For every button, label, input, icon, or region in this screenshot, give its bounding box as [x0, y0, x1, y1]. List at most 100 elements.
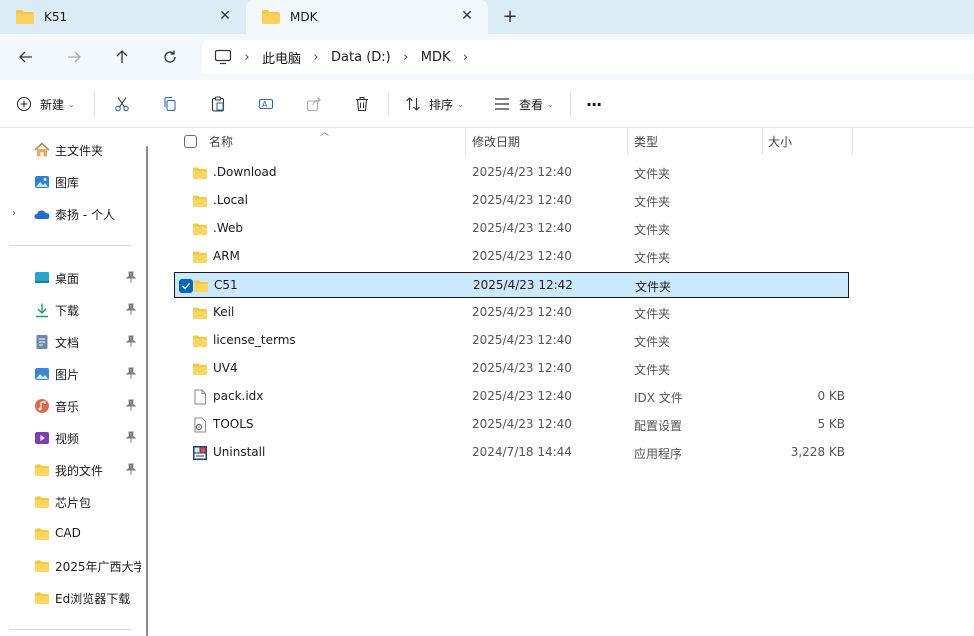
- pin-icon[interactable]: [125, 303, 137, 315]
- sidebar-scrollbar[interactable]: [146, 146, 148, 636]
- divider: [570, 92, 571, 116]
- column-header-date[interactable]: 修改日期: [472, 128, 627, 155]
- home-icon: [34, 142, 50, 158]
- sidebar-item-chip-pack[interactable]: 芯片包: [0, 490, 140, 514]
- column-date-label: 修改日期: [472, 135, 521, 149]
- column-divider[interactable]: [762, 128, 763, 155]
- file-type: 文件夹: [634, 223, 671, 237]
- file-date: 2025/4/23 12:40: [472, 417, 572, 431]
- view-label: 查看: [519, 97, 544, 112]
- sidebar-item-gallery[interactable]: 图库: [0, 170, 140, 194]
- pin-icon[interactable]: [125, 367, 137, 379]
- column-divider[interactable]: [627, 128, 628, 155]
- music-icon: [34, 398, 50, 414]
- file-size: 5 KB: [817, 417, 845, 431]
- pin-icon[interactable]: [125, 399, 137, 411]
- file-name: ARM: [213, 249, 240, 263]
- sidebar-item-desktop[interactable]: 桌面: [0, 266, 140, 290]
- file-row[interactable]: .Web 2025/4/23 12:40 文件夹: [174, 216, 849, 242]
- pin-icon[interactable]: [125, 335, 137, 347]
- sidebar-item-cad[interactable]: CAD: [0, 522, 140, 546]
- file-row[interactable]: Keil 2025/4/23 12:40 文件夹: [174, 300, 849, 326]
- address-bar[interactable]: › 此电脑 › Data (D:) › MDK ›: [202, 40, 974, 74]
- close-icon[interactable]: ✕: [218, 9, 232, 23]
- copy-icon[interactable]: [162, 92, 178, 116]
- breadcrumb-mdk[interactable]: MDK: [421, 50, 451, 65]
- chevron-down-icon: ⌄: [68, 99, 75, 109]
- pin-icon[interactable]: [125, 463, 137, 475]
- navigation-bar: › 此电脑 › Data (D:) › MDK ›: [0, 34, 974, 80]
- chevron-right-icon: ›: [313, 49, 319, 65]
- chevron-right-icon[interactable]: ›: [12, 208, 16, 219]
- column-divider[interactable]: [852, 128, 853, 155]
- column-header-name[interactable]: 名称: [209, 128, 465, 155]
- sidebar-item-onedrive[interactable]: › 泰扬 - 个人: [0, 202, 140, 226]
- folder-icon: [262, 10, 280, 24]
- column-header-type[interactable]: 类型: [634, 128, 762, 155]
- chevron-right-icon[interactable]: ›: [451, 50, 481, 65]
- paste-icon[interactable]: [210, 92, 226, 116]
- column-name-label: 名称: [209, 135, 234, 149]
- sidebar-item-music[interactable]: 音乐: [0, 394, 140, 418]
- document-icon: [34, 334, 50, 350]
- file-type: 文件夹: [634, 251, 671, 265]
- column-divider[interactable]: [465, 128, 466, 155]
- sidebar-item-my-files[interactable]: 我的文件: [0, 458, 140, 482]
- file-name: license_terms: [213, 333, 296, 347]
- computer-icon: [214, 49, 232, 65]
- new-button[interactable]: 新建 ⌄: [16, 92, 75, 116]
- file-row[interactable]: TOOLS 2025/4/23 12:40 配置设置 5 KB: [174, 412, 849, 438]
- file-row[interactable]: .Download 2025/4/23 12:40 文件夹: [174, 160, 849, 186]
- file-row[interactable]: UV4 2025/4/23 12:40 文件夹: [174, 356, 849, 382]
- column-header-size[interactable]: 大小: [768, 128, 852, 155]
- forward-icon[interactable]: [62, 45, 86, 69]
- sort-button[interactable]: 排序 ⌄: [405, 92, 464, 116]
- rename-icon[interactable]: A: [258, 92, 274, 116]
- sidebar-item-label: 图库: [55, 176, 80, 190]
- breadcrumb-data-d[interactable]: Data (D:): [331, 50, 391, 65]
- pin-icon[interactable]: [125, 271, 137, 283]
- tab-mdk[interactable]: MDK ✕: [246, 0, 488, 34]
- row-checkbox[interactable]: [179, 279, 193, 293]
- file-type: 文件夹: [634, 363, 671, 377]
- file-row[interactable]: license_terms 2025/4/23 12:40 文件夹: [174, 328, 849, 354]
- file-row-selected[interactable]: C51 2025/4/23 12:42 文件夹: [174, 272, 849, 298]
- command-bar: 新建 ⌄ A 排序 ⌄ 查看 ⌄ ···: [0, 80, 974, 128]
- sidebar-item-gxu-2025[interactable]: 2025年广西大学: [0, 554, 141, 578]
- chevron-right-icon: ›: [403, 49, 409, 65]
- new-label: 新建: [40, 97, 65, 112]
- file-date: 2024/7/18 14:44: [472, 445, 572, 459]
- sidebar-item-videos[interactable]: 视频: [0, 426, 140, 450]
- sidebar-item-edge-downloads[interactable]: Ed浏览器下载: [0, 586, 140, 610]
- cut-icon[interactable]: [114, 92, 130, 116]
- pin-icon[interactable]: [125, 431, 137, 443]
- tab-k51[interactable]: K51 ✕: [0, 0, 246, 34]
- sort-label: 排序: [429, 97, 454, 112]
- onedrive-icon: [34, 206, 50, 222]
- chevron-right-icon: ›: [244, 49, 250, 65]
- delete-icon[interactable]: [354, 92, 370, 116]
- back-icon[interactable]: [14, 45, 38, 69]
- sidebar-item-documents[interactable]: 文档: [0, 330, 140, 354]
- select-all-checkbox[interactable]: [184, 135, 197, 148]
- share-icon[interactable]: [306, 92, 322, 116]
- app-icon: [192, 445, 208, 461]
- up-icon[interactable]: [110, 45, 134, 69]
- folder-icon: [34, 494, 50, 510]
- refresh-icon[interactable]: [158, 45, 182, 69]
- new-tab-button[interactable]: +: [500, 7, 520, 27]
- file-row[interactable]: .Local 2025/4/23 12:40 文件夹: [174, 188, 849, 214]
- settings-file-icon: [192, 417, 208, 433]
- file-type: IDX 文件: [634, 391, 683, 405]
- view-button[interactable]: 查看 ⌄: [494, 92, 554, 116]
- more-options-icon[interactable]: ···: [586, 92, 602, 116]
- sidebar-item-downloads[interactable]: 下载: [0, 298, 140, 322]
- breadcrumb-this-pc[interactable]: 此电脑: [262, 48, 301, 67]
- close-icon[interactable]: ✕: [460, 9, 474, 23]
- file-row[interactable]: ARM 2025/4/23 12:40 文件夹: [174, 244, 849, 270]
- sidebar-item-pictures[interactable]: 图片: [0, 362, 140, 386]
- folder-icon: [16, 10, 34, 24]
- sidebar-item-home[interactable]: 主文件夹: [0, 138, 140, 162]
- file-row[interactable]: Uninstall 2024/7/18 14:44 应用程序 3,228 KB: [174, 440, 849, 466]
- file-row[interactable]: pack.idx 2025/4/23 12:40 IDX 文件 0 KB: [174, 384, 849, 410]
